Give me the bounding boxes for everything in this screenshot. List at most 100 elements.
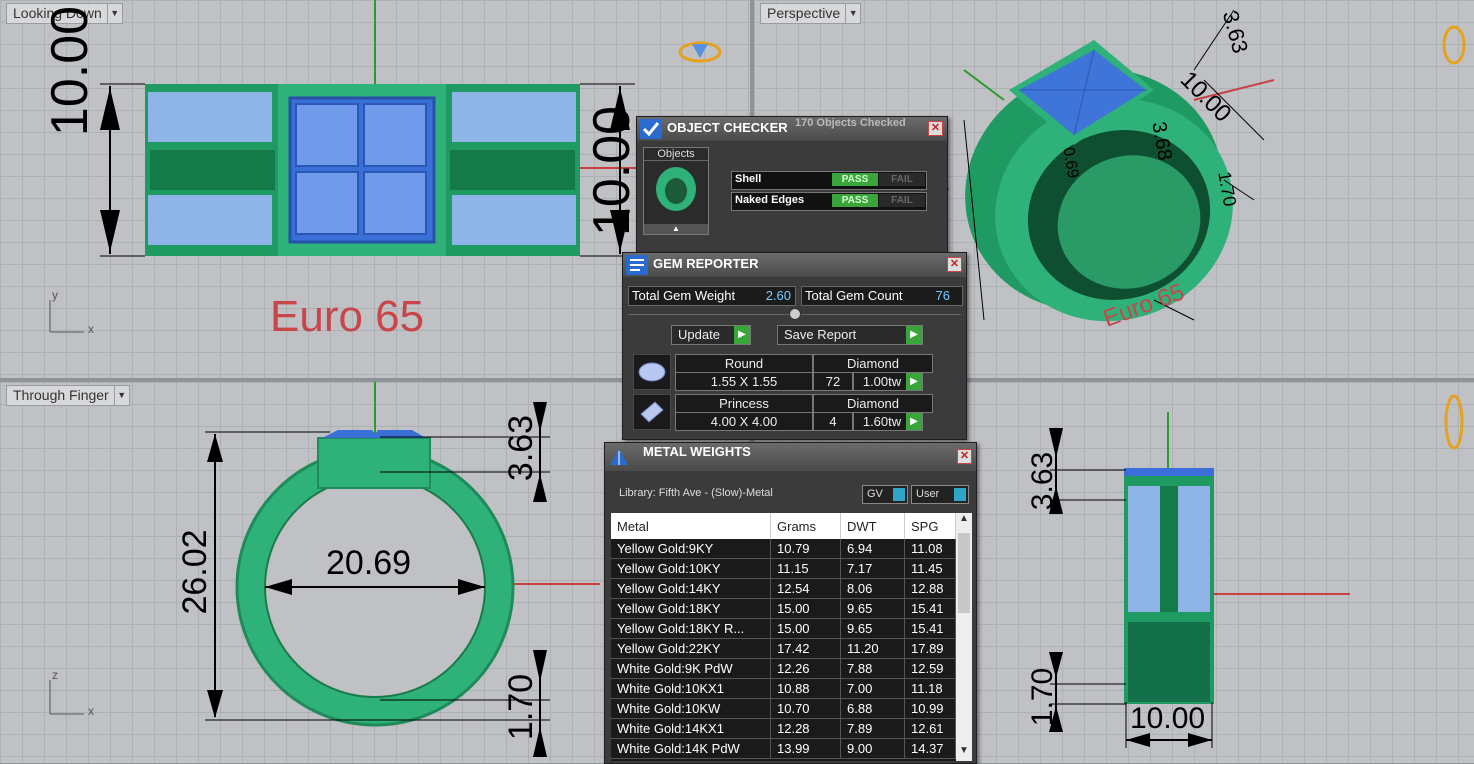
gem-shape-round: Round [675,354,813,373]
scroll-down-icon[interactable]: ▼ [956,745,972,761]
play-icon: ▶ [734,326,750,344]
ring-size-caption: Euro 65 [270,292,425,341]
gem-reporter-title: GEM REPORTER [653,256,759,271]
metal-spg: 15.41 [904,598,956,619]
total-gem-count-label: Total Gem Count [805,288,903,303]
table-row[interactable]: Yellow Gold:22KY 17.42 11.20 17.89 [611,638,956,659]
metal-grams: 10.79 [770,539,841,559]
metal-spg: 11.45 [904,558,956,579]
table-row[interactable]: Yellow Gold:18KY R... 15.00 9.65 15.41 [611,618,956,639]
splitter-knob[interactable] [789,308,801,320]
table-row[interactable]: Yellow Gold:18KY 15.00 9.65 15.41 [611,598,956,619]
metal-weights-titlebar[interactable]: METAL WEIGHTS ✕ [605,443,976,471]
table-row[interactable]: Yellow Gold:10KY 11.15 7.17 11.45 [611,558,956,579]
update-button[interactable]: Update ▶ [671,325,751,345]
close-icon[interactable]: ✕ [957,449,972,464]
metal-spg: 12.59 [904,658,956,679]
fail-indicator-naked-edges: FAIL [879,194,925,207]
metal-spg: 11.08 [904,539,956,559]
gem-size-princess: 4.00 X 4.00 [675,412,813,431]
round-gem-icon [633,354,671,390]
gem-select-round-button[interactable]: ▶ [906,372,923,391]
metal-name: Yellow Gold:9KY [611,539,771,559]
gem-weight-princess: 1.60tw [853,412,911,431]
table-row[interactable]: White Gold:10KX1 10.88 7.00 11.18 [611,678,956,699]
object-checker-panel: OBJECT CHECKER 170 Objects Checked ✕ Obj… [636,116,948,254]
axis-x-label: x [88,322,94,336]
table-row[interactable]: White Gold:9K PdW 12.26 7.88 12.59 [611,658,956,679]
dimension-front-top: 3.63 [1026,451,1059,511]
gem-report-icon [626,255,648,275]
gem-reporter-titlebar[interactable]: GEM REPORTER ✕ [623,253,966,277]
gem-material-princess: Diamond [813,394,933,413]
gem-row-princess: Princess 4.00 X 4.00 Diamond 4 1.60tw ▶ [633,394,933,431]
metal-dwt: 9.65 [840,618,905,639]
metal-name: Yellow Gold:22KY [611,638,771,659]
table-row[interactable]: White Gold:14K PdW 13.99 9.00 14.37 [611,738,956,759]
axis-y-label: y [52,288,58,302]
gem-shape-princess: Princess [675,394,813,413]
metal-grams: 12.26 [770,658,841,679]
table-row[interactable]: White Gold:14KX1 12.28 7.89 12.61 [611,718,956,739]
dimension-right: 10.00 [583,105,641,237]
dimension-height: 26.02 [176,529,214,615]
table-row[interactable]: White Gold:10KW 10.70 6.88 10.99 [611,698,956,719]
metal-name: White Gold:10KW [611,698,771,719]
metal-dwt: 7.17 [840,558,905,579]
column-header-grams[interactable]: Grams [770,513,841,539]
metal-grams: 12.28 [770,718,841,739]
toggle-indicator-icon [893,488,905,501]
pass-indicator-naked-edges: PASS [832,194,878,207]
metal-dwt: 7.00 [840,678,905,699]
scrollbar-thumb[interactable] [958,533,970,613]
check-row-shell: Shell PASS FAIL [731,171,927,190]
close-icon[interactable]: ✕ [947,257,962,272]
total-gem-weight-field: Total Gem Weight 2.60 [628,286,796,306]
table-row[interactable]: Yellow Gold:9KY 10.79 6.94 11.08 [611,539,956,559]
table-row[interactable]: Yellow Gold:14KY 12.54 8.06 12.88 [611,578,956,599]
table-header-row: Metal Grams DWT SPG [611,513,956,539]
toggle-indicator-icon [954,488,966,501]
metal-spg: 14.37 [904,738,956,759]
column-header-metal[interactable]: Metal [611,513,771,539]
close-icon[interactable]: ✕ [928,121,943,136]
gem-row-round: Round 1.55 X 1.55 Diamond 72 1.00tw ▶ [633,354,933,391]
metal-weights-panel: METAL WEIGHTS ✕ Library: Fifth Ave - (Sl… [604,442,977,764]
object-checker-status: 170 Objects Checked [795,117,906,129]
gem-reporter-panel: GEM REPORTER ✕ Total Gem Weight 2.60 Tot… [622,252,967,440]
axis-z-label: z [52,668,58,682]
metal-spg: 11.18 [904,678,956,699]
pass-indicator-shell: PASS [832,173,878,186]
metal-dwt: 8.06 [840,578,905,599]
metal-name: White Gold:14KX1 [611,718,771,739]
chevron-up-icon[interactable]: ▲ [644,224,708,234]
metal-name: White Gold:14K PdW [611,738,771,759]
gem-size-round: 1.55 X 1.55 [675,372,813,391]
scroll-up-icon[interactable]: ▲ [956,513,972,529]
save-report-button[interactable]: Save Report ▶ [777,325,923,345]
objects-label: Objects [644,148,708,161]
metal-name: Yellow Gold:18KY [611,598,771,619]
objects-thumbnail[interactable]: Objects ▲ [643,147,709,235]
metal-name: Yellow Gold:18KY R... [611,618,771,639]
metal-weights-scrollbar[interactable]: ▲ ▼ [956,513,972,761]
column-header-dwt[interactable]: DWT [840,513,905,539]
check-label-shell: Shell [735,173,762,185]
object-checker-titlebar[interactable]: OBJECT CHECKER 170 Objects Checked ✕ [637,117,947,141]
total-gem-count-value: 76 [935,288,950,303]
princess-gem-icon [633,394,671,430]
column-header-spg[interactable]: SPG [904,513,956,539]
metal-dwt: 11.20 [840,638,905,659]
total-gem-count-field: Total Gem Count 76 [801,286,963,306]
gv-toggle[interactable]: GV [862,485,908,504]
metal-dwt: 7.88 [840,658,905,679]
gem-material-round: Diamond [813,354,933,373]
dimension-bottom: 1.70 [502,673,540,741]
user-toggle[interactable]: User [911,485,969,504]
check-row-naked-edges: Naked Edges PASS FAIL [731,192,927,211]
metal-spg: 15.41 [904,618,956,639]
dimension-left: 10.00 [41,5,99,137]
scale-icon [610,449,628,465]
checkmark-icon [640,119,662,139]
gem-select-princess-button[interactable]: ▶ [906,412,923,431]
